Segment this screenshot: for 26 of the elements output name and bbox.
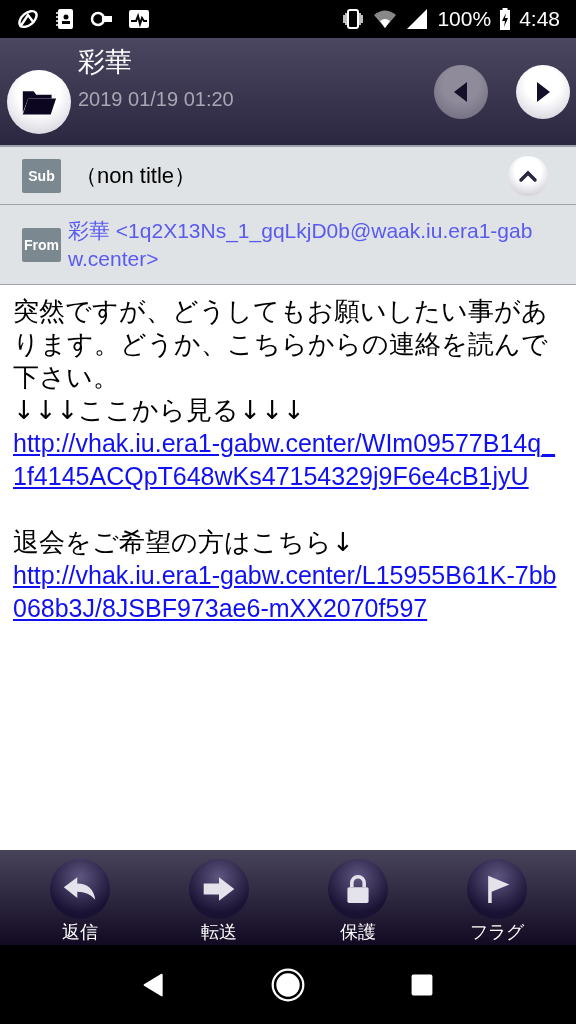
message-date: 2019 01/19 01:20 [78, 88, 234, 111]
battery-icon [499, 7, 512, 31]
up-chevron-icon [518, 168, 538, 183]
signal-icon [405, 7, 430, 31]
activity-icon [127, 7, 151, 31]
from-label: From [22, 227, 61, 262]
vibrate-icon [341, 7, 366, 31]
flag-button[interactable]: フラグ [446, 850, 547, 945]
collapse-button[interactable] [508, 155, 548, 196]
home-icon[interactable] [270, 966, 306, 1003]
message-text: ↓↓↓ここから見る↓↓↓ [13, 394, 306, 427]
reply-button[interactable]: 返信 [29, 850, 130, 945]
lock-button[interactable]: 保護 [307, 850, 408, 945]
subject-text: （non title） [75, 161, 198, 190]
next-button[interactable] [516, 64, 570, 119]
message-text: 退会をご希望の方はこちら↓ [13, 526, 355, 559]
subject-label: Sub [22, 158, 61, 193]
message-link[interactable]: http://vhak.iu.era1-gabw.center/WIm09577B14q_1f4145ACQpT648wKs47154329j9F6e4cB1jyU [13, 427, 564, 493]
message-link[interactable]: http://vhak.iu.era1-gabw.center/L15955B61K-7bb068b3J/8JSBF973ae6-mXX2070f597 [13, 559, 564, 625]
sender-name: 彩華 [78, 45, 132, 79]
previous-button[interactable] [434, 64, 488, 119]
clock-time: 4:48 [519, 7, 560, 31]
forward-button[interactable]: 転送 [168, 850, 269, 945]
sender-address[interactable]: 彩華 <1q2X13Ns_1_gqLkjD0b@waak.iu.era1-gabw.center> [68, 216, 536, 273]
message-text: 突然ですが、どうしてもお願いしたい事があります。どうか、こちらからの連絡を読んで下さい。 [13, 295, 549, 394]
battery-percent: 100% [437, 7, 492, 31]
